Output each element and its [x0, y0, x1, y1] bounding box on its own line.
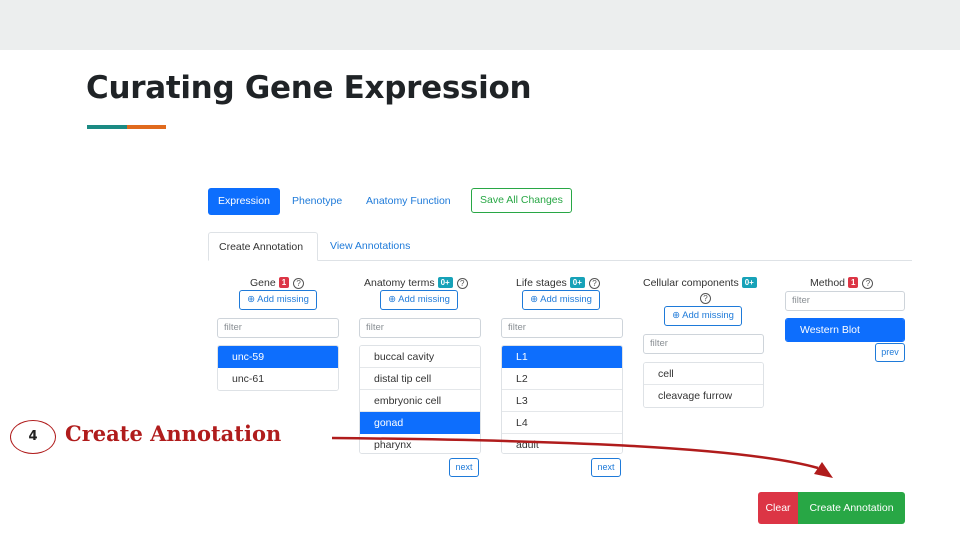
subtab-view-annotations[interactable]: View Annotations — [330, 232, 410, 261]
subtab-divider — [318, 260, 912, 261]
cellular-column-header: Cellular components 0+ — [643, 277, 757, 289]
cellular-filter-input[interactable]: filter — [643, 334, 764, 354]
anatomy-count-badge: 0+ — [437, 277, 453, 288]
anatomy-column-header: Anatomy terms 0+? — [364, 277, 468, 289]
tab-expression[interactable]: Expression — [208, 188, 280, 215]
life-stages-column-header: Life stages 0+? — [516, 277, 600, 289]
cellular-label: Cellular components — [643, 277, 739, 289]
life-stages-list: L1 L2 L3 L4 adult — [501, 345, 623, 454]
gene-label: Gene — [250, 277, 276, 289]
top-bar — [0, 0, 960, 50]
list-item[interactable]: L2 — [502, 368, 622, 390]
life-stages-filter-input[interactable]: filter — [501, 318, 623, 338]
step-label: Create Annotation — [65, 421, 282, 446]
list-item[interactable]: adult — [502, 434, 622, 453]
life-stages-next-button[interactable]: next — [591, 458, 621, 477]
anatomy-label: Anatomy terms — [364, 277, 435, 289]
list-item[interactable]: unc-61 — [218, 368, 338, 390]
gene-column-header: Gene 1? — [250, 277, 305, 289]
save-all-changes-button[interactable]: Save All Changes — [471, 188, 572, 213]
cellular-help-icon[interactable]: ? — [700, 293, 711, 304]
cellular-list: cell cleavage furrow — [643, 362, 764, 408]
anatomy-add-missing-button[interactable]: ⊕ Add missing — [380, 290, 458, 310]
life-stages-label: Life stages — [516, 277, 567, 289]
title-accent-teal — [87, 125, 127, 129]
anatomy-list: buccal cavity distal tip cell embryonic … — [359, 345, 481, 454]
clear-button[interactable]: Clear — [758, 492, 798, 524]
anatomy-filter-input[interactable]: filter — [359, 318, 481, 338]
gene-count-badge: 1 — [278, 277, 290, 288]
list-item[interactable]: unc-59 — [218, 346, 338, 368]
method-label: Method — [810, 277, 846, 289]
curation-app-screenshot: Expression Phenotype Anatomy Function Sa… — [200, 180, 912, 530]
method-filter-input[interactable]: filter — [785, 291, 905, 311]
list-item[interactable]: cleavage furrow — [644, 385, 763, 407]
list-item[interactable]: pharynx — [360, 434, 480, 453]
anatomy-help-icon[interactable]: ? — [456, 278, 468, 289]
life-stages-help-icon[interactable]: ? — [588, 278, 600, 289]
list-item[interactable]: distal tip cell — [360, 368, 480, 390]
list-item[interactable]: L1 — [502, 346, 622, 368]
gene-help-icon[interactable]: ? — [293, 278, 305, 289]
title-accent-orange — [127, 125, 166, 129]
tab-phenotype[interactable]: Phenotype — [292, 188, 342, 215]
method-count-badge: 1 — [848, 277, 859, 288]
tab-anatomy-function[interactable]: Anatomy Function — [366, 188, 451, 215]
create-annotation-button[interactable]: Create Annotation — [798, 492, 905, 524]
life-stages-add-missing-button[interactable]: ⊕ Add missing — [522, 290, 600, 310]
method-help-icon[interactable]: ? — [862, 278, 874, 289]
cellular-add-missing-button[interactable]: ⊕ Add missing — [664, 306, 742, 326]
step-number-badge: 4 — [10, 420, 56, 454]
method-prev-button[interactable]: prev — [875, 343, 905, 362]
cellular-count-badge: 0+ — [741, 277, 757, 288]
list-item[interactable]: L4 — [502, 412, 622, 434]
cellular-help-row: ? — [700, 292, 711, 304]
gene-filter-input[interactable]: filter — [217, 318, 339, 338]
list-item[interactable]: buccal cavity — [360, 346, 480, 368]
list-item[interactable]: embryonic cell — [360, 390, 480, 412]
life-stages-count-badge: 0+ — [569, 277, 585, 288]
method-list: Western Blot — [785, 318, 905, 342]
gene-add-missing-button[interactable]: ⊕ Add missing — [239, 290, 317, 310]
anatomy-next-button[interactable]: next — [449, 458, 479, 477]
subtab-create-annotation[interactable]: Create Annotation — [208, 232, 318, 261]
list-item[interactable]: cell — [644, 363, 763, 385]
gene-list: unc-59 unc-61 — [217, 345, 339, 391]
list-item[interactable]: L3 — [502, 390, 622, 412]
list-item[interactable]: gonad — [360, 412, 480, 434]
slide-title: Curating Gene Expression — [86, 70, 532, 106]
list-item[interactable]: Western Blot — [786, 319, 904, 341]
method-column-header: Method 1? — [810, 277, 874, 289]
